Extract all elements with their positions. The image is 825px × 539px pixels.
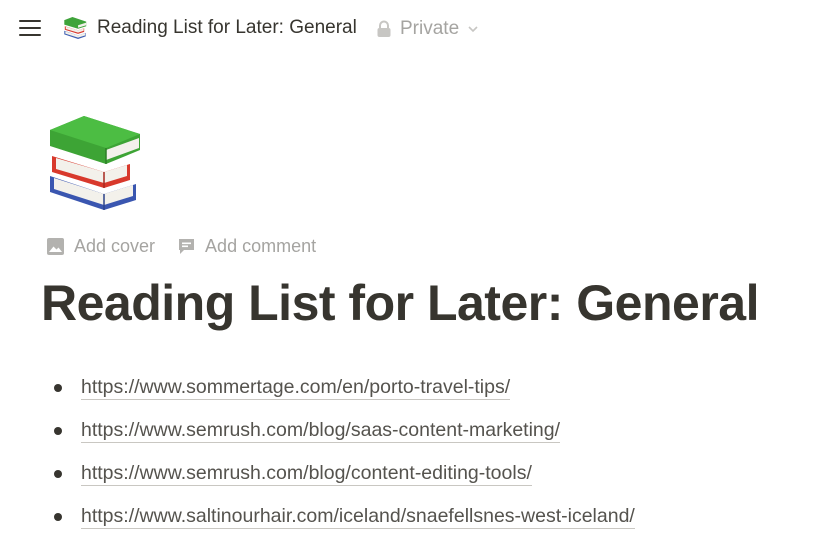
- bulleted-list: https://www.sommertage.com/en/porto-trav…: [54, 366, 635, 538]
- privacy-dropdown[interactable]: Private: [376, 16, 479, 42]
- bullet-dot: [54, 512, 62, 521]
- books-icon[interactable]: [44, 110, 144, 212]
- books-icon: [64, 17, 87, 39]
- top-bar: Reading List for Later: General Private: [0, 0, 825, 58]
- bullet-dot: [54, 383, 62, 392]
- list-item: https://www.semrush.com/blog/content-edi…: [54, 452, 635, 495]
- list-item: https://www.saltinourhair.com/iceland/sn…: [54, 495, 635, 538]
- add-cover-label: Add cover: [74, 235, 156, 256]
- breadcrumb[interactable]: Reading List for Later: General: [62, 14, 357, 42]
- image-icon: [47, 237, 64, 255]
- bullet-dot: [54, 469, 62, 478]
- hamburger-menu-icon[interactable]: [18, 18, 42, 38]
- add-cover-button[interactable]: Add cover: [46, 236, 155, 257]
- list-item: https://www.sommertage.com/en/porto-trav…: [54, 366, 635, 409]
- add-comment-label: Add comment: [205, 235, 317, 256]
- link[interactable]: https://www.semrush.com/blog/saas-conten…: [81, 418, 561, 443]
- comment-icon: [179, 238, 195, 254]
- add-comment-button[interactable]: Add comment: [177, 236, 316, 257]
- list-item: https://www.semrush.com/blog/saas-conten…: [54, 409, 635, 452]
- page-title[interactable]: Reading List for Later: General: [41, 274, 759, 332]
- link[interactable]: https://www.sommertage.com/en/porto-trav…: [81, 375, 511, 400]
- chevron-down-icon: [468, 26, 478, 33]
- privacy-label: Private: [400, 18, 460, 39]
- link[interactable]: https://www.semrush.com/blog/content-edi…: [81, 461, 532, 486]
- bullet-dot: [54, 426, 62, 435]
- breadcrumb-title: Reading List for Later: General: [97, 17, 357, 38]
- lock-icon: [377, 20, 391, 37]
- page-actions: Add cover Add comment: [46, 232, 338, 260]
- link[interactable]: https://www.saltinourhair.com/iceland/sn…: [81, 504, 635, 529]
